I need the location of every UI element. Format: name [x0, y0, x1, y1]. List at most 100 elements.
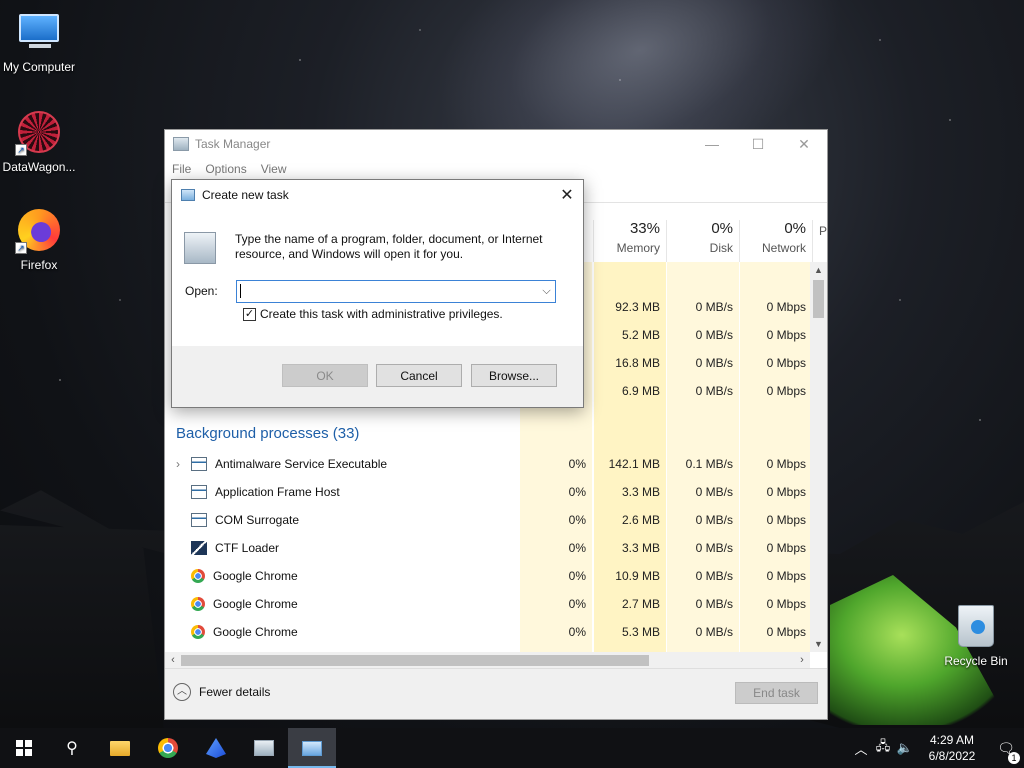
system-tray: ︿ 🖧 🔈 4:29 AM 6/8/2022 🗨 1	[850, 728, 1024, 768]
process-cpu-cell: 0%	[568, 569, 586, 583]
start-button[interactable]	[0, 728, 48, 768]
column-network[interactable]: 0% Network	[739, 220, 812, 262]
column-disk[interactable]: 0% Disk	[666, 220, 739, 262]
app-row-network-cell: 0 Mbps	[766, 384, 806, 398]
folder-icon	[110, 740, 130, 756]
process-row[interactable]: Google Chrome	[165, 562, 519, 590]
column-power[interactable]: P	[812, 220, 829, 262]
app-icon	[206, 738, 226, 758]
menu-options[interactable]: Options	[205, 162, 246, 176]
open-input[interactable]	[236, 280, 556, 303]
clock[interactable]: 4:29 AM 6/8/2022	[916, 732, 988, 764]
close-button[interactable]: ✕	[781, 130, 827, 158]
scroll-left-arrow-icon[interactable]: ‹	[165, 652, 181, 669]
network-percent: 0%	[784, 220, 806, 237]
admin-privileges-checkbox[interactable]: ✓	[243, 307, 256, 321]
notifications-button[interactable]: 🗨 1	[988, 740, 1024, 764]
desktop-icon-label: DataWagon...	[2, 160, 76, 174]
process-row[interactable]: Google Chrome	[165, 590, 519, 618]
process-disk-cell: 0 MB/s	[695, 569, 733, 583]
dialog-button-bar: OK Cancel Browse...	[172, 346, 583, 407]
desktop-icon-label: Recycle Bin	[944, 654, 1008, 668]
app-row-disk-cell: 0 MB/s	[695, 384, 733, 398]
chrome-icon	[191, 597, 205, 611]
process-name: Application Frame Host	[215, 485, 340, 499]
window-title: Task Manager	[195, 137, 271, 151]
scroll-up-arrow-icon[interactable]: ▲	[810, 262, 827, 278]
search-button[interactable]: ⚲	[48, 728, 96, 768]
scroll-down-arrow-icon[interactable]: ▼	[810, 636, 827, 652]
taskbar: ⚲ ︿ 🖧 🔈 4:29 AM 6/8/2022 🗨 1	[0, 728, 1024, 768]
recycle-bin-icon	[952, 602, 1000, 650]
app-row-disk-cell: 0 MB/s	[695, 328, 733, 342]
process-network-cell: 0 Mbps	[766, 625, 806, 639]
volume-icon[interactable]: 🔈	[894, 740, 916, 756]
taskbar-create-new-task[interactable]	[288, 728, 336, 768]
chevron-down-icon[interactable]: ⌵	[538, 281, 555, 302]
service-icon	[191, 485, 207, 499]
chrome-icon	[158, 738, 178, 758]
desktop-icon-datawagon[interactable]: ↗ DataWagon...	[0, 108, 78, 174]
taskbar-task-manager[interactable]	[240, 728, 288, 768]
search-icon: ⚲	[66, 740, 78, 757]
chevron-up-icon[interactable]: ︿	[850, 739, 872, 758]
end-task-button[interactable]: End task	[735, 682, 818, 704]
minimize-button[interactable]: —	[689, 130, 735, 158]
app-row-memory-cell: 6.9 MB	[621, 384, 660, 398]
process-name: Google Chrome	[213, 597, 298, 611]
admin-privileges-checkbox-row[interactable]: ✓ Create this task with administrative p…	[243, 307, 503, 321]
network-icon[interactable]: 🖧	[872, 737, 894, 759]
column-memory[interactable]: 33% Memory	[593, 220, 666, 262]
vertical-scrollbar[interactable]: ▲ ▼	[810, 262, 827, 652]
process-name: Antimalware Service Executable	[215, 457, 388, 471]
dialog-close-button[interactable]: ✕	[551, 180, 583, 210]
dialog-title: Create new task	[202, 188, 289, 202]
create-new-task-dialog: Create new task ✕ Type the name of a pro…	[171, 179, 584, 408]
desktop-icon-recycle-bin[interactable]: Recycle Bin	[936, 602, 1016, 668]
horizontal-scrollbar[interactable]: ‹ ›	[165, 652, 810, 669]
clock-date: 6/8/2022	[928, 749, 976, 763]
disk-label: Disk	[709, 241, 733, 255]
app-row-network-cell: 0 Mbps	[766, 356, 806, 370]
app-row-memory-cell: 92.3 MB	[615, 300, 660, 314]
process-disk-cell: 0 MB/s	[695, 513, 733, 527]
ok-button[interactable]: OK	[282, 364, 368, 387]
maximize-button[interactable]: ☐	[735, 130, 781, 158]
process-network-cell: 0 Mbps	[766, 597, 806, 611]
process-name: Google Chrome	[213, 569, 298, 583]
process-row[interactable]: Application Frame Host	[165, 478, 519, 506]
app-row-disk-cell: 0 MB/s	[695, 300, 733, 314]
process-row[interactable]: Google Chrome	[165, 618, 519, 646]
text-cursor	[240, 284, 241, 298]
task-manager-titlebar[interactable]: Task Manager — ☐ ✕	[165, 130, 827, 158]
taskbar-file-explorer[interactable]	[96, 728, 144, 768]
process-memory-cell: 2.7 MB	[621, 597, 660, 611]
vertical-scroll-thumb[interactable]	[813, 280, 824, 318]
chevron-up-icon: ︿	[173, 683, 191, 701]
process-row[interactable]: › Antimalware Service Executable	[165, 450, 519, 478]
process-row[interactable]: CTF Loader	[165, 534, 519, 562]
task-manager-icon	[254, 740, 274, 756]
process-network-cell: 0 Mbps	[766, 569, 806, 583]
fewer-details-button[interactable]: ︿ Fewer details	[173, 683, 270, 701]
desktop-icon-my-computer[interactable]: My Computer	[0, 8, 78, 74]
menu-file[interactable]: File	[172, 162, 191, 176]
cancel-button[interactable]: Cancel	[376, 364, 462, 387]
taskbar-chrome[interactable]	[144, 728, 192, 768]
browse-button[interactable]: Browse...	[471, 364, 557, 387]
horizontal-scroll-thumb[interactable]	[181, 655, 649, 666]
shortcut-arrow-icon: ↗	[15, 144, 27, 156]
expand-chevron-icon[interactable]: ›	[165, 457, 191, 471]
process-name: COM Surrogate	[215, 513, 300, 527]
dialog-titlebar[interactable]: Create new task ✕	[172, 180, 583, 210]
scroll-right-arrow-icon[interactable]: ›	[794, 652, 810, 669]
service-icon	[191, 513, 207, 527]
process-cpu-cell: 0%	[568, 513, 586, 527]
menu-view[interactable]: View	[261, 162, 287, 176]
taskbar-app[interactable]	[192, 728, 240, 768]
process-row[interactable]: COM Surrogate	[165, 506, 519, 534]
process-disk-cell: 0 MB/s	[695, 541, 733, 555]
process-memory-cell: 5.3 MB	[621, 625, 660, 639]
fewer-details-label: Fewer details	[199, 685, 271, 699]
desktop-icon-firefox[interactable]: ↗ Firefox	[0, 206, 78, 272]
